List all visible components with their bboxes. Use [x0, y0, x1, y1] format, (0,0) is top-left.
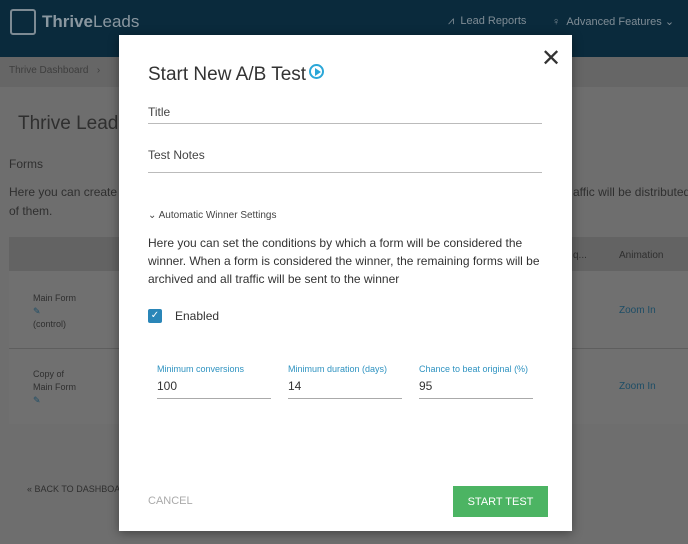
column-header-animation: Animation [619, 250, 664, 261]
chance-to-beat-label: Chance to beat original (%) [419, 364, 529, 374]
modal-title-text: Start New A/B Test [148, 64, 307, 85]
form-name: Copy of [33, 369, 65, 379]
lightbulb-icon: ♀ [552, 16, 561, 28]
play-video-icon[interactable] [309, 64, 325, 79]
pencil-icon[interactable]: ✎ [33, 394, 76, 407]
ab-test-modal: Start New A/B Test ✕ ⌄ Automatic Winner … [119, 35, 572, 531]
brand-light: Leads [93, 12, 140, 31]
auto-winner-label: Automatic Winner Settings [158, 210, 277, 221]
close-icon[interactable]: ✕ [541, 47, 561, 71]
min-duration-input[interactable] [288, 378, 402, 399]
brand-logo[interactable]: ThriveLeads [42, 12, 139, 32]
breadcrumb-dashboard[interactable]: Thrive Dashboard [9, 65, 88, 76]
enabled-label[interactable]: Enabled [175, 309, 219, 323]
min-conversions-input[interactable] [157, 378, 271, 399]
form-name-2: Main Form [33, 382, 77, 392]
back-to-dashboard-link[interactable]: « BACK TO DASHBOA [27, 484, 120, 494]
nav-lead-reports[interactable]: ⩘ Lead Reports [448, 15, 526, 28]
animation-link[interactable]: Zoom In [619, 305, 656, 316]
section-desc-line2: of them. [9, 204, 53, 218]
start-test-button[interactable]: START TEST [453, 486, 548, 517]
page-title: Thrive Lead [18, 113, 119, 134]
nav-label: Lead Reports [460, 15, 527, 27]
nav-advanced-features[interactable]: ♀ Advanced Features ⌄ [552, 15, 674, 28]
column-header: q... [573, 250, 587, 261]
title-input[interactable] [148, 105, 542, 124]
section-title: Forms [9, 157, 43, 171]
form-name: Main Form [33, 293, 77, 303]
test-notes-input[interactable] [148, 148, 542, 173]
min-conversions-label: Minimum conversions [157, 364, 245, 374]
section-desc: Here you can create [9, 185, 118, 199]
nav-label: Advanced Features [566, 16, 662, 28]
auto-winner-description: Here you can set the conditions by which… [148, 236, 540, 286]
chart-icon: ⩘ [448, 15, 455, 27]
enabled-checkbox[interactable]: ✓ [148, 309, 162, 323]
table-row: Main Form ✎ (control) [33, 292, 76, 331]
section-desc-right: affic will be distributed [573, 185, 688, 199]
logo-icon [10, 9, 36, 35]
min-duration-label: Minimum duration (days) [288, 364, 388, 374]
chevron-down-icon: ⌄ [148, 210, 157, 221]
cancel-button[interactable]: CANCEL [148, 495, 193, 507]
chance-to-beat-input[interactable] [419, 378, 533, 399]
modal-title: Start New A/B Test [148, 64, 325, 86]
breadcrumb-separator: › [96, 65, 101, 76]
table-row: Copy of Main Form ✎ [33, 368, 76, 407]
chevron-down-icon: ⌄ [664, 16, 675, 28]
brand-bold: Thrive [42, 12, 94, 31]
pencil-icon[interactable]: ✎ [33, 305, 76, 318]
automatic-winner-toggle[interactable]: ⌄ Automatic Winner Settings [148, 210, 276, 221]
animation-link[interactable]: Zoom In [619, 381, 656, 392]
form-sub: (control) [33, 319, 67, 329]
